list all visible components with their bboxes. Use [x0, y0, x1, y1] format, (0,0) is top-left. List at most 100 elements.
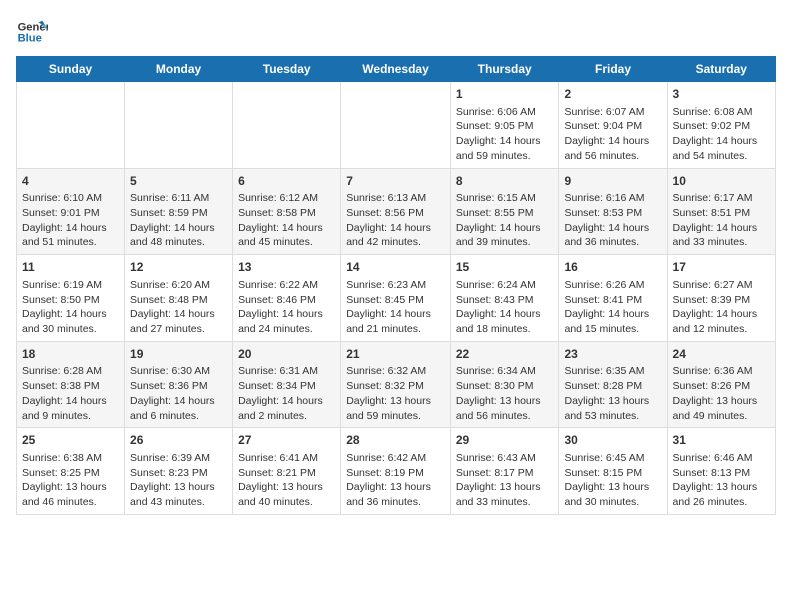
day-number: 9	[564, 173, 661, 190]
calendar-cell	[125, 82, 233, 169]
calendar-cell: 26 Sunrise: 6:39 AM Sunset: 8:23 PM Dayli…	[125, 428, 233, 515]
day-info: Sunrise: 6:11 AM Sunset: 8:59 PM Dayligh…	[130, 191, 227, 250]
day-info: Sunrise: 6:12 AM Sunset: 8:58 PM Dayligh…	[238, 191, 335, 250]
day-info: Sunrise: 6:41 AM Sunset: 8:21 PM Dayligh…	[238, 451, 335, 510]
day-info: Sunrise: 6:32 AM Sunset: 8:32 PM Dayligh…	[346, 364, 445, 423]
day-info: Sunrise: 6:23 AM Sunset: 8:45 PM Dayligh…	[346, 278, 445, 337]
day-info: Sunrise: 6:34 AM Sunset: 8:30 PM Dayligh…	[456, 364, 554, 423]
calendar-cell	[17, 82, 125, 169]
calendar-cell: 20Sunrise: 6:31 AM Sunset: 8:34 PM Dayli…	[233, 341, 341, 428]
day-number: 15	[456, 259, 554, 276]
day-info: Sunrise: 6:35 AM Sunset: 8:28 PM Dayligh…	[564, 364, 661, 423]
calendar-cell: 25 Sunrise: 6:38 AM Sunset: 8:25 PM Dayli…	[17, 428, 125, 515]
day-number: 13	[238, 259, 335, 276]
calendar-header: SundayMondayTuesdayWednesdayThursdayFrid…	[17, 57, 776, 82]
calendar-cell	[341, 82, 451, 169]
logo: General Blue	[16, 16, 48, 48]
calendar-cell: 31 Sunrise: 6:46 AM Sunset: 8:13 PM Dayli…	[667, 428, 775, 515]
day-number: 26	[130, 432, 227, 449]
calendar-table: SundayMondayTuesdayWednesdayThursdayFrid…	[16, 56, 776, 515]
day-info: Sunrise: 6:07 AM Sunset: 9:04 PM Dayligh…	[564, 105, 661, 164]
calendar-cell: 7Sunrise: 6:13 AM Sunset: 8:56 PM Daylig…	[341, 168, 451, 255]
day-number: 27	[238, 432, 335, 449]
day-number: 8	[456, 173, 554, 190]
calendar-week-3: 11 Sunrise: 6:19 AM Sunset: 8:50 PM Dayli…	[17, 255, 776, 342]
calendar-cell: 19Sunrise: 6:30 AM Sunset: 8:36 PM Dayli…	[125, 341, 233, 428]
day-header-thursday: Thursday	[450, 57, 559, 82]
calendar-cell: 5Sunrise: 6:11 AM Sunset: 8:59 PM Daylig…	[125, 168, 233, 255]
day-number: 11	[22, 259, 119, 276]
day-number: 7	[346, 173, 445, 190]
calendar-cell: 11 Sunrise: 6:19 AM Sunset: 8:50 PM Dayli…	[17, 255, 125, 342]
day-info: Sunrise: 6:42 AM Sunset: 8:19 PM Dayligh…	[346, 451, 445, 510]
day-info: Sunrise: 6:19 AM Sunset: 8:50 PM Dayligh…	[22, 278, 119, 337]
calendar-cell: 8Sunrise: 6:15 AM Sunset: 8:55 PM Daylig…	[450, 168, 559, 255]
day-number: 2	[564, 86, 661, 103]
day-info: Sunrise: 6:13 AM Sunset: 8:56 PM Dayligh…	[346, 191, 445, 250]
day-info: Sunrise: 6:08 AM Sunset: 9:02 PM Dayligh…	[673, 105, 770, 164]
calendar-week-1: 1 Sunrise: 6:06 AM Sunset: 9:05 PM Daylig…	[17, 82, 776, 169]
calendar-cell: 17 Sunrise: 6:27 AM Sunset: 8:39 PM Dayli…	[667, 255, 775, 342]
day-info: Sunrise: 6:24 AM Sunset: 8:43 PM Dayligh…	[456, 278, 554, 337]
calendar-cell: 14 Sunrise: 6:23 AM Sunset: 8:45 PM Dayli…	[341, 255, 451, 342]
day-header-saturday: Saturday	[667, 57, 775, 82]
day-number: 18	[22, 346, 119, 363]
day-number: 22	[456, 346, 554, 363]
svg-text:Blue: Blue	[18, 33, 42, 45]
day-info: Sunrise: 6:06 AM Sunset: 9:05 PM Dayligh…	[456, 105, 554, 164]
day-info: Sunrise: 6:31 AM Sunset: 8:34 PM Dayligh…	[238, 364, 335, 423]
day-number: 23	[564, 346, 661, 363]
calendar-cell: 2 Sunrise: 6:07 AM Sunset: 9:04 PM Daylig…	[559, 82, 667, 169]
day-info: Sunrise: 6:17 AM Sunset: 8:51 PM Dayligh…	[673, 191, 770, 250]
calendar-cell: 18Sunrise: 6:28 AM Sunset: 8:38 PM Dayli…	[17, 341, 125, 428]
calendar-cell: 13Sunrise: 6:22 AM Sunset: 8:46 PM Dayli…	[233, 255, 341, 342]
calendar-week-2: 4Sunrise: 6:10 AM Sunset: 9:01 PM Daylig…	[17, 168, 776, 255]
day-number: 6	[238, 173, 335, 190]
day-number: 28	[346, 432, 445, 449]
calendar-cell: 4Sunrise: 6:10 AM Sunset: 9:01 PM Daylig…	[17, 168, 125, 255]
calendar-cell: 23Sunrise: 6:35 AM Sunset: 8:28 PM Dayli…	[559, 341, 667, 428]
day-number: 31	[673, 432, 770, 449]
day-number: 14	[346, 259, 445, 276]
calendar-cell: 21Sunrise: 6:32 AM Sunset: 8:32 PM Dayli…	[341, 341, 451, 428]
day-number: 4	[22, 173, 119, 190]
day-info: Sunrise: 6:27 AM Sunset: 8:39 PM Dayligh…	[673, 278, 770, 337]
day-header-tuesday: Tuesday	[233, 57, 341, 82]
day-info: Sunrise: 6:20 AM Sunset: 8:48 PM Dayligh…	[130, 278, 227, 337]
calendar-cell: 22Sunrise: 6:34 AM Sunset: 8:30 PM Dayli…	[450, 341, 559, 428]
day-number: 24	[673, 346, 770, 363]
day-header-sunday: Sunday	[17, 57, 125, 82]
day-number: 20	[238, 346, 335, 363]
calendar-cell	[233, 82, 341, 169]
calendar-cell: 1 Sunrise: 6:06 AM Sunset: 9:05 PM Daylig…	[450, 82, 559, 169]
calendar-week-5: 25 Sunrise: 6:38 AM Sunset: 8:25 PM Dayli…	[17, 428, 776, 515]
calendar-cell: 6Sunrise: 6:12 AM Sunset: 8:58 PM Daylig…	[233, 168, 341, 255]
day-info: Sunrise: 6:10 AM Sunset: 9:01 PM Dayligh…	[22, 191, 119, 250]
day-info: Sunrise: 6:36 AM Sunset: 8:26 PM Dayligh…	[673, 364, 770, 423]
day-number: 3	[673, 86, 770, 103]
calendar-cell: 28 Sunrise: 6:42 AM Sunset: 8:19 PM Dayli…	[341, 428, 451, 515]
day-info: Sunrise: 6:38 AM Sunset: 8:25 PM Dayligh…	[22, 451, 119, 510]
day-number: 1	[456, 86, 554, 103]
day-info: Sunrise: 6:45 AM Sunset: 8:15 PM Dayligh…	[564, 451, 661, 510]
day-number: 25	[22, 432, 119, 449]
day-info: Sunrise: 6:30 AM Sunset: 8:36 PM Dayligh…	[130, 364, 227, 423]
calendar-cell: 15 Sunrise: 6:24 AM Sunset: 8:43 PM Dayli…	[450, 255, 559, 342]
day-info: Sunrise: 6:15 AM Sunset: 8:55 PM Dayligh…	[456, 191, 554, 250]
day-info: Sunrise: 6:16 AM Sunset: 8:53 PM Dayligh…	[564, 191, 661, 250]
calendar-cell: 12Sunrise: 6:20 AM Sunset: 8:48 PM Dayli…	[125, 255, 233, 342]
calendar-cell: 9Sunrise: 6:16 AM Sunset: 8:53 PM Daylig…	[559, 168, 667, 255]
day-number: 29	[456, 432, 554, 449]
day-number: 5	[130, 173, 227, 190]
day-header-friday: Friday	[559, 57, 667, 82]
calendar-cell: 16Sunrise: 6:26 AM Sunset: 8:41 PM Dayli…	[559, 255, 667, 342]
day-number: 17	[673, 259, 770, 276]
day-info: Sunrise: 6:43 AM Sunset: 8:17 PM Dayligh…	[456, 451, 554, 510]
day-info: Sunrise: 6:46 AM Sunset: 8:13 PM Dayligh…	[673, 451, 770, 510]
day-number: 16	[564, 259, 661, 276]
calendar-cell: 10Sunrise: 6:17 AM Sunset: 8:51 PM Dayli…	[667, 168, 775, 255]
header: General Blue	[16, 16, 776, 48]
calendar-week-4: 18Sunrise: 6:28 AM Sunset: 8:38 PM Dayli…	[17, 341, 776, 428]
day-info: Sunrise: 6:39 AM Sunset: 8:23 PM Dayligh…	[130, 451, 227, 510]
day-number: 30	[564, 432, 661, 449]
